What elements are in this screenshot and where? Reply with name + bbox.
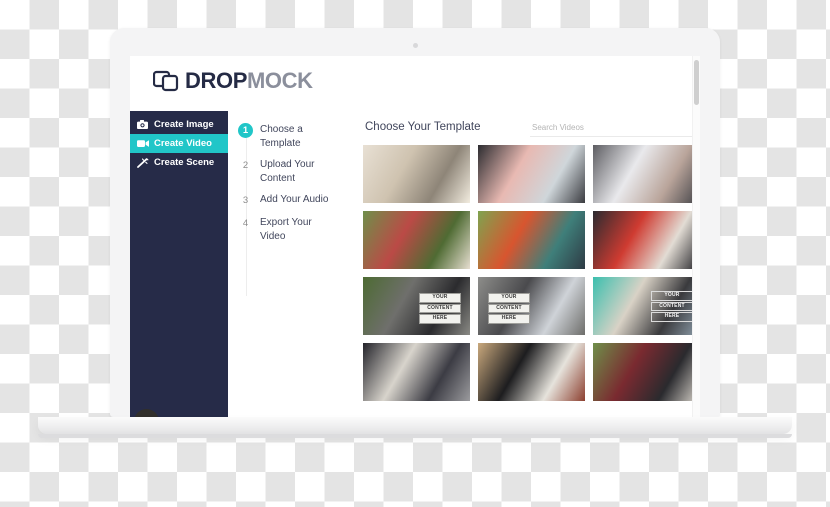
step-number-badge: 2 [242, 160, 249, 171]
step-item-choose-template[interactable]: 1 Choose a Template [238, 123, 342, 150]
magic-wand-icon [136, 157, 149, 168]
page-title: Choose Your Template [365, 121, 481, 133]
step-label: Add Your Audio [260, 194, 329, 205]
dropmock-logo[interactable]: DROPMOCK [153, 70, 313, 92]
vertical-scrollbar[interactable] [692, 56, 700, 417]
logo-text-drop: DROP [185, 68, 247, 93]
step-number-badge: 4 [242, 218, 249, 229]
logo-wordmark: DROPMOCK [185, 70, 313, 92]
sidebar-item-create-video[interactable]: Create Video [130, 134, 228, 153]
template-thumbnail[interactable]: YOUR CONTENT HERE [593, 277, 700, 335]
step-item-export-video[interactable]: 4 Export Your Video [238, 216, 342, 243]
content-placeholder-overlay: YOUR CONTENT HERE [651, 291, 693, 323]
step-item-upload-content[interactable]: 2 Upload Your Content [238, 158, 342, 185]
user-avatar-icon[interactable] [134, 409, 159, 417]
content-placeholder-line: YOUR [651, 291, 693, 301]
template-thumbnail[interactable] [593, 211, 700, 269]
template-header: Choose Your Template [353, 111, 700, 145]
step-label: Export Your Video [260, 217, 312, 242]
sidebar-item-create-image[interactable]: Create Image [130, 115, 228, 134]
template-thumbnail[interactable] [593, 145, 700, 203]
step-number-badge: 1 [238, 123, 253, 138]
template-thumbnail[interactable] [363, 343, 470, 401]
scrollbar-thumb[interactable] [694, 60, 699, 105]
template-thumbnail[interactable] [478, 211, 585, 269]
left-sidebar: Create Image Create Video Create Scene [130, 111, 228, 417]
screenshot-canvas: DROPMOCK Create Image Create Video Creat… [0, 0, 830, 507]
steps-list: 1 Choose a Template 2 Upload Your Conten… [228, 111, 353, 243]
search-input[interactable] [530, 119, 700, 137]
template-thumbnail-grid: YOUR CONTENT HERE YOUR CONTENT HERE YOUR CONTEN… [363, 145, 700, 401]
sidebar-nav: Create Image Create Video Create Scene [130, 111, 228, 172]
webcam-icon [412, 43, 418, 48]
template-thumbnail[interactable] [593, 343, 700, 401]
template-chooser: Choose Your Template YOURCONTENTHEREYOUR… [353, 111, 700, 417]
logo-text-mock: MOCK [246, 68, 313, 93]
laptop-screen: DROPMOCK Create Image Create Video Creat… [130, 56, 700, 417]
content-placeholder-line: YOUR [488, 293, 530, 303]
sidebar-item-label: Create Video [154, 138, 212, 149]
laptop-base [38, 417, 792, 434]
step-label: Choose a Template [260, 124, 303, 149]
template-thumbnail[interactable] [478, 343, 585, 401]
content-placeholder-line: CONTENT [651, 301, 693, 311]
content-placeholder-line: HERE [488, 314, 530, 324]
sidebar-item-label: Create Image [154, 119, 214, 130]
step-number-badge: 3 [242, 195, 249, 206]
content-placeholder-line: HERE [651, 312, 693, 322]
overlapping-screens-logo-icon [153, 70, 179, 92]
content-placeholder-overlay: YOUR CONTENT HERE [488, 293, 530, 325]
app-header: DROPMOCK [130, 56, 700, 112]
template-thumbnail[interactable]: YOUR CONTENT HERE [478, 277, 585, 335]
sidebar-item-create-scene[interactable]: Create Scene [130, 153, 228, 172]
camera-icon [136, 120, 149, 129]
template-thumbnail[interactable] [363, 145, 470, 203]
steps-connector-line [246, 131, 247, 296]
template-thumbnail[interactable] [478, 145, 585, 203]
content-placeholder-line: CONTENT [488, 303, 530, 313]
template-thumbnail[interactable]: YOUR CONTENT HERE [363, 277, 470, 335]
content-placeholder-line: YOUR [419, 293, 461, 303]
content-placeholder-line: CONTENT [419, 303, 461, 313]
step-label: Upload Your Content [260, 159, 315, 184]
content-placeholder-overlay: YOUR CONTENT HERE [419, 293, 461, 325]
step-item-add-audio[interactable]: 3 Add Your Audio [238, 193, 342, 208]
steps-panel: 1 Choose a Template 2 Upload Your Conten… [228, 111, 354, 417]
laptop-base-edge [38, 434, 792, 438]
laptop-mockup-lid: DROPMOCK Create Image Create Video Creat… [110, 28, 720, 417]
video-camera-icon [136, 139, 149, 148]
sidebar-item-label: Create Scene [154, 157, 215, 168]
content-placeholder-line: HERE [419, 314, 461, 324]
template-thumbnail[interactable] [363, 211, 470, 269]
